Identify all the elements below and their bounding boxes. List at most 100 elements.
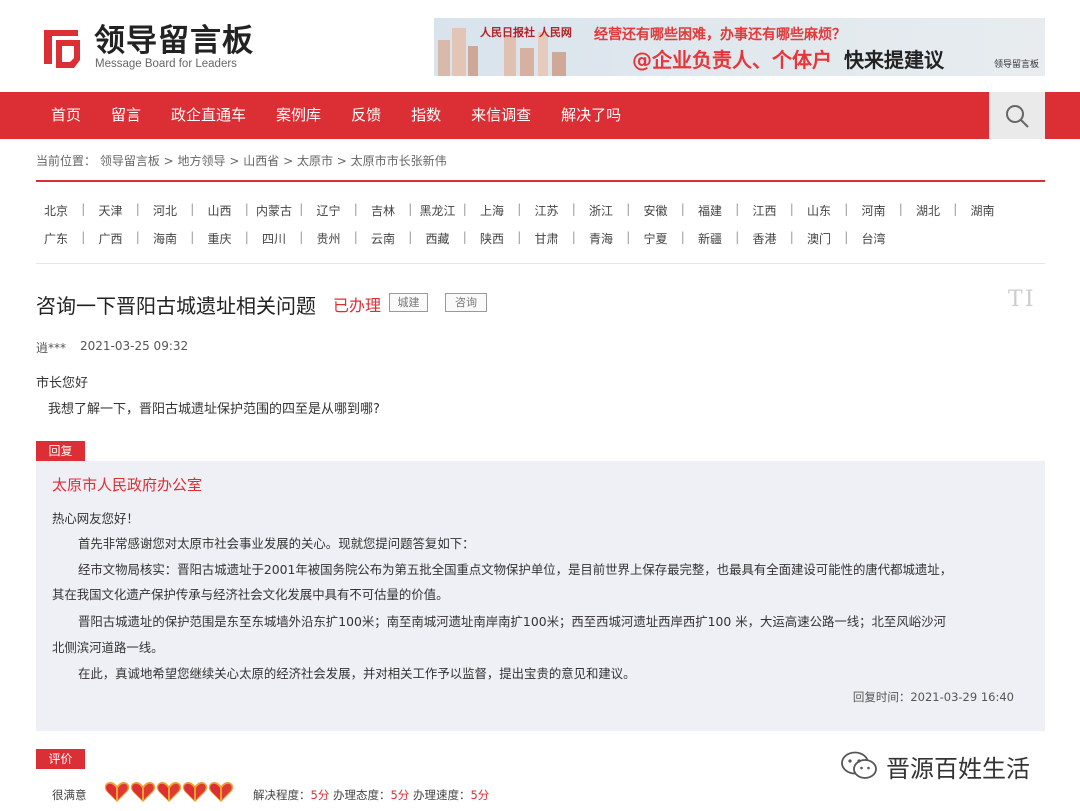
- province-link[interactable]: 浙江: [581, 202, 621, 219]
- province-link[interactable]: 青海: [581, 230, 621, 247]
- reply-time-value: 2021-03-29 16:40: [910, 690, 1014, 704]
- reply-badge: 回复: [36, 441, 85, 461]
- province-link[interactable]: 内蒙古: [254, 202, 294, 219]
- rating-d3-label: 办理速度：: [412, 788, 471, 802]
- province-separator: |: [462, 202, 467, 216]
- reply-paragraph: 北侧滨河道路一线。: [52, 640, 164, 655]
- province-link[interactable]: 江西: [745, 202, 785, 219]
- province-link[interactable]: 海南: [145, 230, 185, 247]
- text-size-icon[interactable]: T I: [1008, 287, 1034, 312]
- province-link[interactable]: 北京: [36, 202, 76, 219]
- watermark-text: 晋源百姓生活: [886, 754, 1030, 783]
- province-link[interactable]: 天津: [91, 202, 131, 219]
- province-link[interactable]: 辽宁: [309, 202, 349, 219]
- province-link[interactable]: 台湾: [854, 230, 894, 247]
- reply-time-label: 回复时间：: [852, 690, 911, 704]
- province-separator: |: [680, 230, 685, 244]
- nav-index[interactable]: 指数: [396, 92, 456, 139]
- province-link[interactable]: 江苏: [527, 202, 567, 219]
- heart-icon: [130, 781, 156, 802]
- province-separator: |: [844, 202, 849, 216]
- reply-paragraph: 晋阳古城遗址的保护范围是东至东城墙外沿东扩100米；南至南城河遗址南岸南扩100…: [78, 614, 946, 629]
- province-link[interactable]: 宁夏: [636, 230, 676, 247]
- province-link[interactable]: 上海: [472, 202, 512, 219]
- breadcrumb-item[interactable]: 太原市市长张新伟: [351, 154, 447, 168]
- province-link[interactable]: 陕西: [472, 230, 512, 247]
- nav-home[interactable]: 首页: [36, 92, 96, 139]
- heart-icon: [182, 781, 208, 802]
- breadcrumb-item[interactable]: 领导留言板: [100, 154, 160, 168]
- nav-message[interactable]: 留言: [96, 92, 156, 139]
- tag-construction[interactable]: 城建: [389, 293, 428, 312]
- province-link[interactable]: 山西: [200, 202, 240, 219]
- breadcrumb-prefix: 当前位置：: [36, 154, 97, 168]
- logo-mark-icon: [44, 30, 80, 68]
- province-link[interactable]: 山东: [799, 202, 839, 219]
- province-separator: |: [898, 202, 903, 216]
- province-link[interactable]: 澳门: [799, 230, 839, 247]
- province-link[interactable]: 云南: [363, 230, 403, 247]
- province-link[interactable]: 福建: [690, 202, 730, 219]
- province-separator: |: [299, 202, 304, 216]
- province-link[interactable]: 广东: [36, 230, 76, 247]
- province-separator: |: [353, 202, 358, 216]
- breadcrumb-item[interactable]: 山西省: [243, 154, 279, 168]
- province-link[interactable]: 广西: [91, 230, 131, 247]
- province-link[interactable]: 贵州: [309, 230, 349, 247]
- rating-d2-value: 5分: [390, 788, 410, 802]
- wechat-watermark: 晋源百姓生活: [840, 749, 1030, 783]
- rating-details: 解决程度：5分 办理态度：5分 办理速度：5分: [253, 787, 489, 803]
- tag-consult[interactable]: 咨询: [445, 293, 487, 312]
- province-separator: |: [789, 230, 794, 244]
- nav-survey[interactable]: 来信调查: [456, 92, 546, 139]
- rating-label: 很满意: [52, 788, 87, 802]
- breadcrumb-item[interactable]: 地方领导: [178, 154, 226, 168]
- nav-cases[interactable]: 案例库: [261, 92, 336, 139]
- wechat-icon: [841, 751, 877, 779]
- reply-paragraph: 在此，真诚地希望您继续关心太原的经济社会发展，并对相关工作予以监督，提出宝贵的意…: [78, 666, 636, 681]
- province-link[interactable]: 香港: [745, 230, 785, 247]
- province-separator: |: [353, 230, 358, 244]
- province-link[interactable]: 湖南: [963, 202, 1003, 219]
- reply-paragraph: 首先非常感谢您对太原市社会事业发展的关心。现就您提问题答复如下：: [78, 536, 475, 551]
- province-link[interactable]: 吉林: [363, 202, 403, 219]
- province-separator: |: [135, 230, 140, 244]
- breadcrumb-item[interactable]: 太原市: [297, 154, 333, 168]
- ad-banner[interactable]: 人民日报社 人民网 经营还有哪些困难，办事还有哪些麻烦？ @企业负责人、个体户快…: [434, 18, 1045, 76]
- province-link[interactable]: 黑龙江: [418, 202, 458, 219]
- province-link[interactable]: 河北: [145, 202, 185, 219]
- nav-feedback[interactable]: 反馈: [336, 92, 396, 139]
- province-separator: |: [844, 230, 849, 244]
- province-link[interactable]: 湖北: [908, 202, 948, 219]
- question-greeting: 市长您好: [36, 376, 89, 391]
- province-separator: |: [462, 230, 467, 244]
- province-link[interactable]: 甘肃: [527, 230, 567, 247]
- site-logo[interactable]: 领导留言板 Message Board for Leaders: [38, 24, 268, 74]
- province-separator: |: [626, 230, 631, 244]
- province-separator: |: [299, 230, 304, 244]
- province-separator: |: [517, 230, 522, 244]
- province-link[interactable]: 重庆: [200, 230, 240, 247]
- province-separator: |: [571, 202, 576, 216]
- reply-time: 回复时间：2021-03-29 16:40: [853, 689, 1014, 705]
- province-link[interactable]: 四川: [254, 230, 294, 247]
- province-list-row2: 广东 | 广西 | 海南 | 重庆 | 四川 | 贵州 | 云南 | 西藏 | 陕西 | 甘肃 | 青海 | 宁夏 | 新疆 | 香…: [36, 230, 894, 247]
- rating-d2-label: 办理态度：: [332, 788, 391, 802]
- province-separator: |: [244, 230, 249, 244]
- province-link[interactable]: 安徽: [636, 202, 676, 219]
- nav-enterprise[interactable]: 政企直通车: [156, 92, 261, 139]
- question-title: 咨询一下晋阳古城遗址相关问题: [36, 294, 316, 318]
- province-separator: |: [571, 230, 576, 244]
- search-button[interactable]: [989, 92, 1045, 139]
- nav-resolved[interactable]: 解决了吗: [546, 92, 636, 139]
- province-link[interactable]: 河南: [854, 202, 894, 219]
- reply-organization: 太原市人民政府办公室: [52, 476, 203, 494]
- question-author: 逍***: [36, 341, 67, 355]
- province-separator: |: [408, 202, 413, 216]
- reply-panel: 太原市人民政府办公室 热心网友您好！ 首先非常感谢您对太原市社会事业发展的关心。…: [36, 461, 1045, 731]
- province-link[interactable]: 西藏: [418, 230, 458, 247]
- province-separator: |: [626, 202, 631, 216]
- province-link[interactable]: 新疆: [690, 230, 730, 247]
- search-icon: [1006, 105, 1029, 128]
- main-nav: 首页 留言 政企直通车 案例库 反馈 指数 来信调查 解决了吗: [0, 92, 1080, 139]
